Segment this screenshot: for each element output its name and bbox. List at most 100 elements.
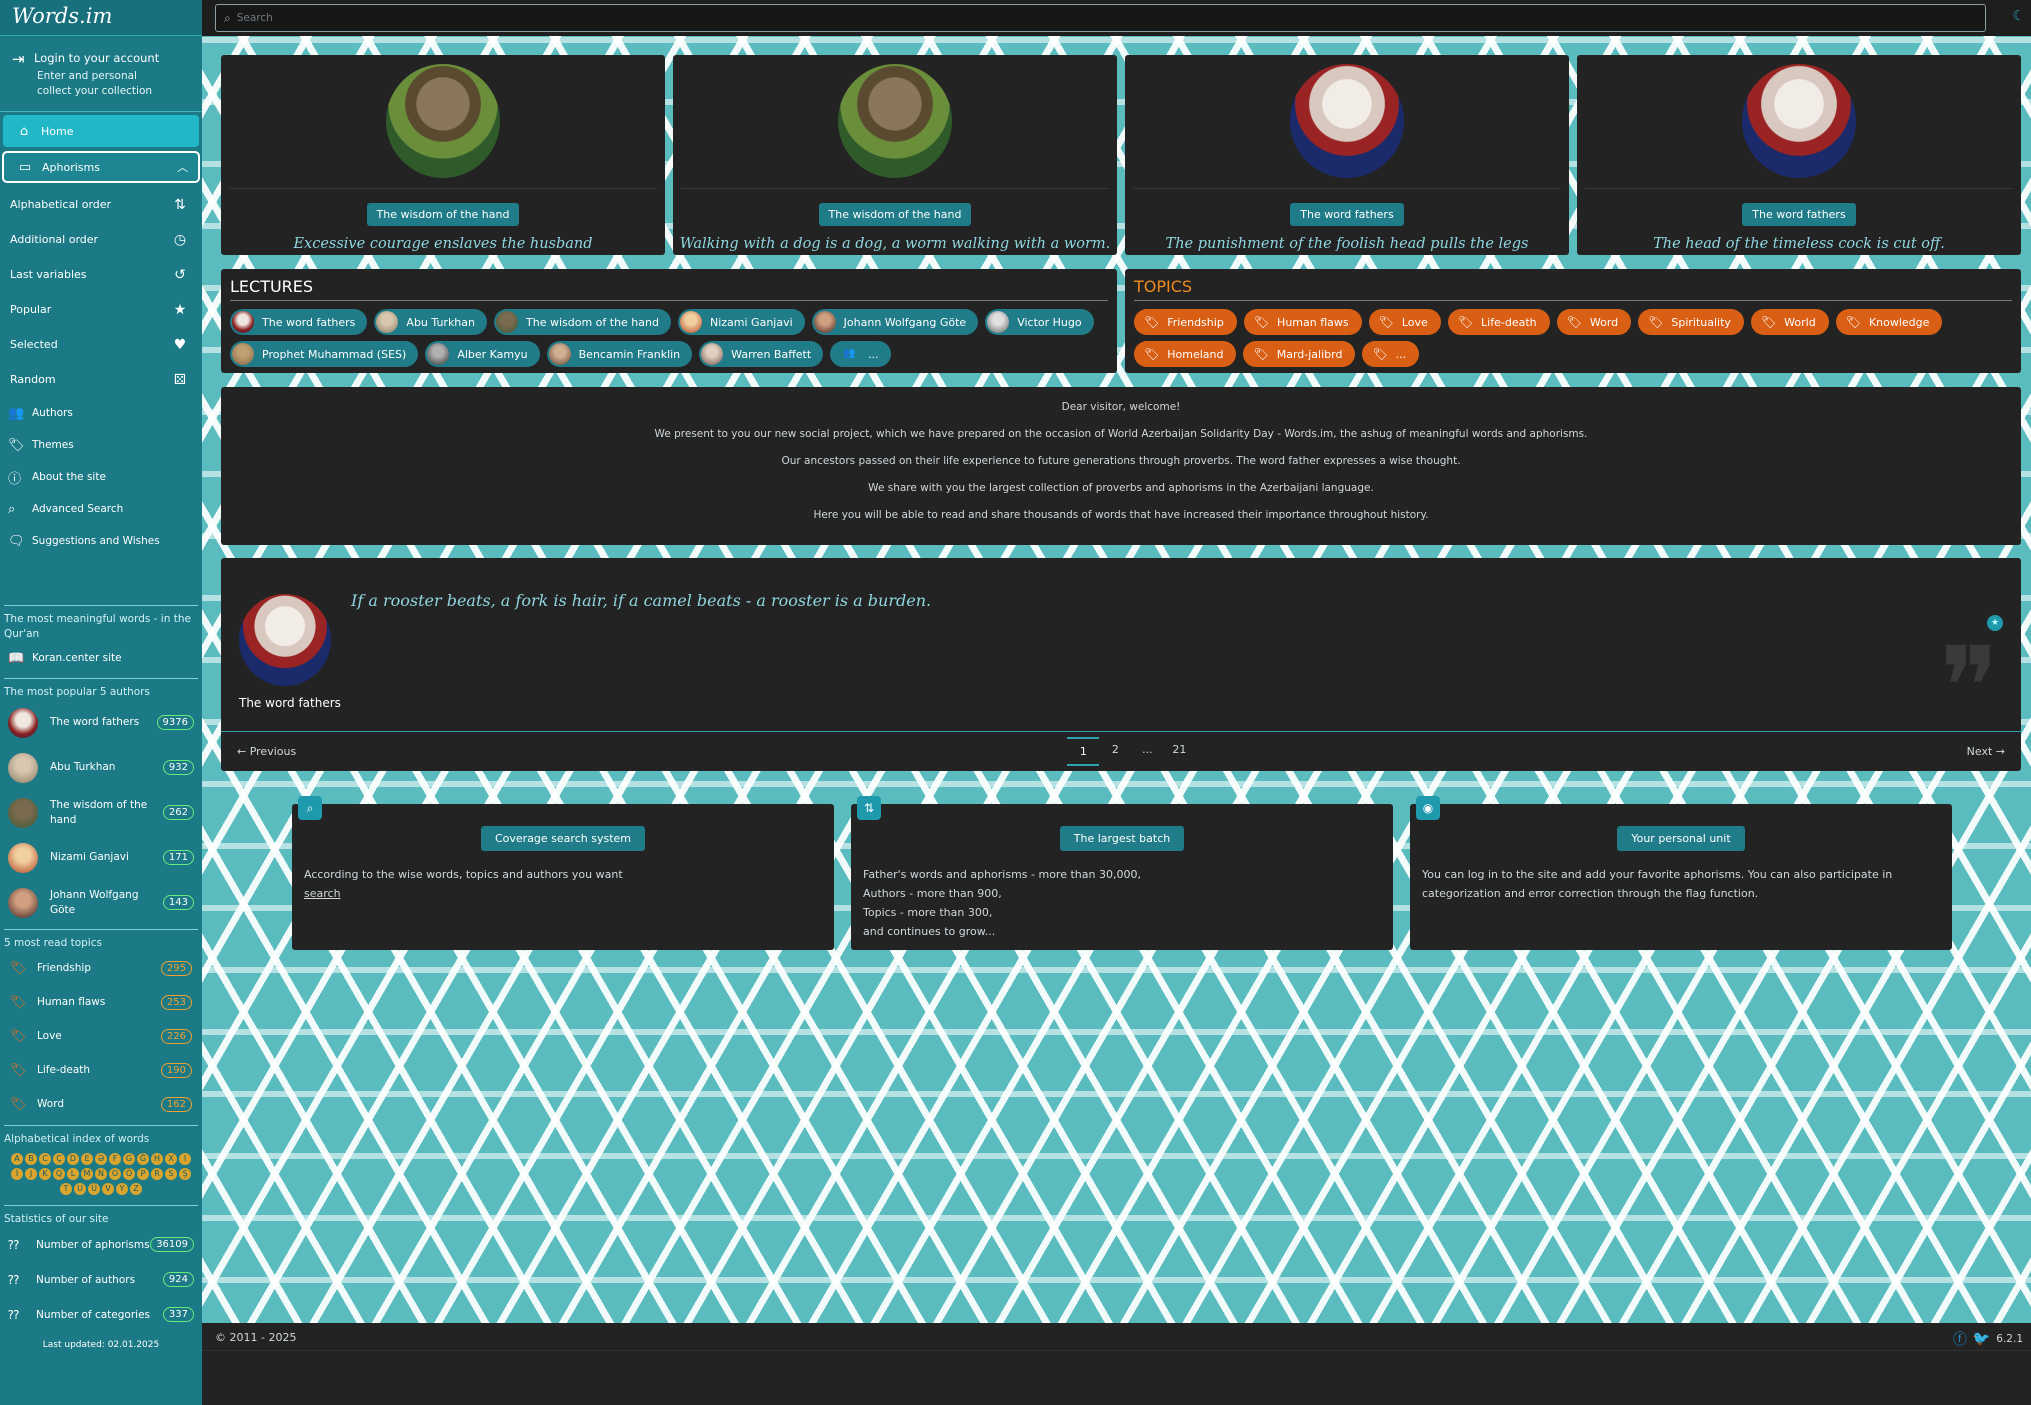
menu-about[interactable]: ⓘ About the site [0, 461, 202, 493]
card-quote[interactable]: Walking with a dog is a dog, a worm walk… [673, 236, 1117, 252]
menu-themes[interactable]: 🏷 Themes [0, 429, 202, 461]
login-block[interactable]: ⇥ Login to your account Enter and person… [0, 36, 202, 112]
menu-authors[interactable]: 👥 Authors [0, 397, 202, 429]
lecture-chip[interactable]: Alber Kamyu [425, 341, 540, 367]
card-quote[interactable]: The punishment of the foolish head pulls… [1125, 236, 1569, 252]
login-title[interactable]: Login to your account [34, 51, 159, 65]
topic-chip[interactable]: 🏷 Knowledge [1835, 309, 1943, 335]
subnav-popular[interactable]: Popular ★ [0, 292, 202, 327]
featured-card[interactable]: The wisdom of the hand Walking with a do… [673, 55, 1117, 255]
popular-author-item[interactable]: The wisdom of the hand 262 [0, 790, 202, 835]
alpha-letter[interactable]: C [39, 1153, 51, 1165]
alpha-letter[interactable]: K [39, 1168, 51, 1180]
card-quote[interactable]: Excessive courage enslaves the husband [221, 236, 665, 252]
topic-chip[interactable]: 🏷 Life-death [1447, 309, 1550, 335]
featured-card[interactable]: The wisdom of the hand Excessive courage… [221, 55, 665, 255]
lecture-chip[interactable]: Bencamin Franklin [546, 341, 693, 367]
alpha-letter[interactable]: F [109, 1153, 121, 1165]
alpha-letter[interactable]: Ü [88, 1183, 100, 1195]
alpha-letter[interactable]: Ö [123, 1168, 135, 1180]
card-tag[interactable]: The wisdom of the hand [818, 203, 972, 226]
alpha-letter[interactable]: S [165, 1168, 177, 1180]
subnav-random[interactable]: Random ⚄ [0, 362, 202, 397]
lecture-chip[interactable]: Johann Wolfgang Göte [811, 309, 979, 335]
feature-button[interactable]: Coverage search system [480, 826, 645, 851]
read-topic-item[interactable]: 🏷 Love 226 [0, 1019, 202, 1053]
menu-advanced-search[interactable]: ⌕ Advanced Search [0, 493, 202, 525]
quote-text[interactable]: If a rooster beats, a fork is hair, if a… [351, 591, 931, 610]
topic-chip[interactable]: 🏷 Mard-jalibrd [1243, 341, 1356, 367]
alpha-letter[interactable]: Ə [95, 1153, 107, 1165]
alpha-letter[interactable]: H [151, 1153, 163, 1165]
topic-chip[interactable]: 🏷 World [1750, 309, 1829, 335]
card-tag[interactable]: The wisdom of the hand [366, 203, 520, 226]
lecture-chip[interactable]: The wisdom of the hand [494, 309, 671, 335]
alpha-letter[interactable]: Y [116, 1183, 128, 1195]
alpha-letter[interactable]: U [74, 1183, 86, 1195]
topic-chip[interactable]: 🏷 Human flaws [1243, 309, 1362, 335]
alpha-letter[interactable]: Q [53, 1168, 65, 1180]
alpha-letter[interactable]: I [179, 1153, 191, 1165]
alpha-letter[interactable]: T [60, 1183, 72, 1195]
alpha-letter[interactable]: P [137, 1168, 149, 1180]
dark-mode-icon[interactable]: ☾ [2012, 8, 2025, 24]
lecture-chip[interactable]: Prophet Muhammad (SES) [230, 341, 419, 367]
featured-card[interactable]: The word fathers The punishment of the f… [1125, 55, 1569, 255]
popular-author-item[interactable]: Johann Wolfgang Göte 143 [0, 880, 202, 925]
nav-aphorisms[interactable]: ▭ Aphorisms ︿ [2, 151, 200, 183]
twitter-icon[interactable]: 🐦 [1973, 1331, 1990, 1347]
alpha-letter[interactable]: L [67, 1168, 79, 1180]
author-name[interactable]: The word fathers [239, 696, 341, 710]
lecture-chip[interactable]: Nizami Ganjavi [677, 309, 805, 335]
featured-card[interactable]: The word fathers The head of the timeles… [1577, 55, 2021, 255]
lecture-chip[interactable]: Warren Baffett [699, 341, 824, 367]
subnav-alphabetical[interactable]: Alphabetical order ⇅ [0, 187, 202, 222]
popular-author-item[interactable]: Nizami Ganjavi 171 [0, 835, 202, 880]
topic-chip[interactable]: 🏷 Homeland [1134, 341, 1237, 367]
subnav-last[interactable]: Last variables ↺ [0, 257, 202, 292]
alpha-letter[interactable]: R [151, 1168, 163, 1180]
topic-chip[interactable]: 🏷 Word [1556, 309, 1632, 335]
search-input[interactable] [236, 12, 1910, 24]
koran-link[interactable]: 📖 Koran.center site [0, 642, 202, 674]
alpha-letter[interactable]: G [123, 1153, 135, 1165]
feature-button[interactable]: The largest batch [1059, 826, 1185, 851]
page-link[interactable]: 2 [1099, 737, 1131, 766]
feature-button[interactable]: Your personal unit [1617, 826, 1745, 851]
read-topic-item[interactable]: 🏷 Friendship 295 [0, 951, 202, 985]
alpha-letter[interactable]: J [25, 1168, 37, 1180]
popular-author-item[interactable]: Abu Turkhan 932 [0, 745, 202, 790]
alpha-letter[interactable]: A [11, 1153, 23, 1165]
author-avatar[interactable] [239, 594, 331, 686]
subnav-additional[interactable]: Additional order ◷ [0, 222, 202, 257]
alpha-letter[interactable]: Ğ [137, 1153, 149, 1165]
card-tag[interactable]: The word fathers [1742, 203, 1856, 226]
page-link[interactable]: 1 [1067, 737, 1100, 766]
page-link[interactable]: 21 [1163, 737, 1195, 766]
topic-chip[interactable]: 🏷 Friendship [1134, 309, 1237, 335]
lecture-chip[interactable]: Abu Turkhan [374, 309, 487, 335]
card-tag[interactable]: The word fathers [1290, 203, 1404, 226]
alpha-letter[interactable]: M [81, 1168, 93, 1180]
alpha-letter[interactable]: D [67, 1153, 79, 1165]
read-topic-item[interactable]: 🏷 Life-death 190 [0, 1053, 202, 1087]
alpha-letter[interactable]: Z [130, 1183, 142, 1195]
alpha-letter[interactable]: İ [11, 1168, 23, 1180]
topic-chip[interactable]: 🏷 Love [1368, 309, 1441, 335]
alpha-letter[interactable]: B [25, 1153, 37, 1165]
read-topic-item[interactable]: 🏷 Word 162 [0, 1087, 202, 1121]
alpha-letter[interactable]: E [81, 1153, 93, 1165]
lecture-chip[interactable]: Victor Hugo [985, 309, 1094, 335]
prev-button[interactable]: ← Previous [237, 745, 296, 758]
facebook-icon[interactable]: ⓕ [1953, 1329, 1967, 1349]
alpha-letter[interactable]: O [109, 1168, 121, 1180]
card-quote[interactable]: The head of the timeless cock is cut off… [1577, 236, 2021, 252]
alpha-letter[interactable]: X [165, 1153, 177, 1165]
lecture-chip[interactable]: The word fathers [230, 309, 368, 335]
site-logo[interactable]: Words.im [0, 0, 202, 36]
search-link[interactable]: search [304, 887, 341, 900]
search-box[interactable]: ⌕ [215, 4, 1986, 32]
lecture-chip[interactable]: 👥... [830, 341, 891, 367]
alpha-letter[interactable]: V [102, 1183, 114, 1195]
topic-chip[interactable]: 🏷... [1362, 341, 1420, 367]
